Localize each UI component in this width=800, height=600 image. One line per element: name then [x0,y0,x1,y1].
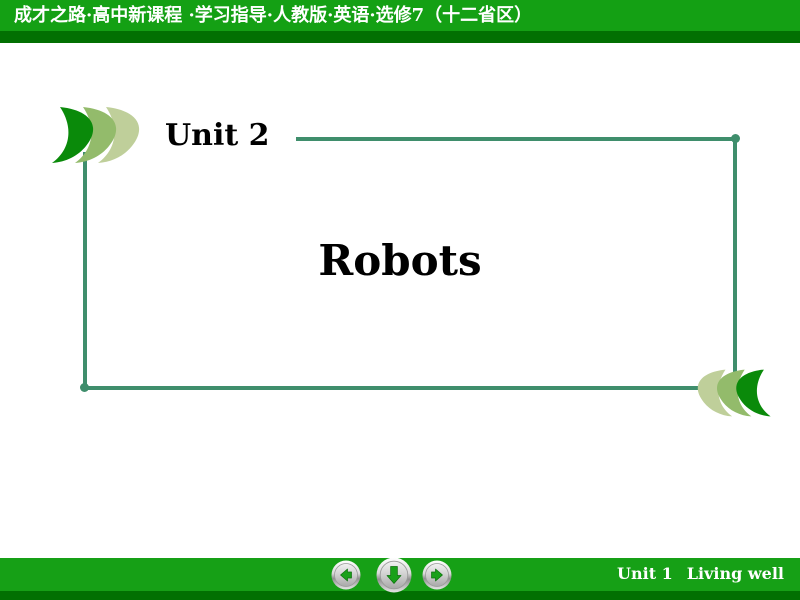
footer-caption-unit: Unit 1 [617,564,673,583]
arrow-right-icon [422,560,452,590]
down-slide-button[interactable] [376,557,412,593]
next-slide-button[interactable] [422,560,452,590]
arrow-down-icon [376,557,412,593]
crescent-left-icon [36,106,146,164]
frame-dot-bottom-left [80,383,89,392]
frame-line-top [296,137,737,141]
frame-line-bottom [85,386,737,390]
previous-slide-button[interactable] [331,560,361,590]
footer-caption: Unit 1 Living well [617,561,784,587]
page-title: Robots [318,236,482,285]
header-bar-shadow [0,31,800,43]
arrow-left-icon [331,560,361,590]
unit-label: Unit 2 [165,118,270,153]
footer-caption-topic: Living well [686,564,784,583]
crescent-right-icon [692,368,784,418]
frame-dot-top-right [731,134,740,143]
slide-canvas: 成才之路·高中新课程 ·学习指导·人教版·英语·选修7（十二省区） Unit 2… [0,0,800,600]
header-title: 成才之路·高中新课程 ·学习指导·人教版·英语·选修7（十二省区） [14,5,533,26]
